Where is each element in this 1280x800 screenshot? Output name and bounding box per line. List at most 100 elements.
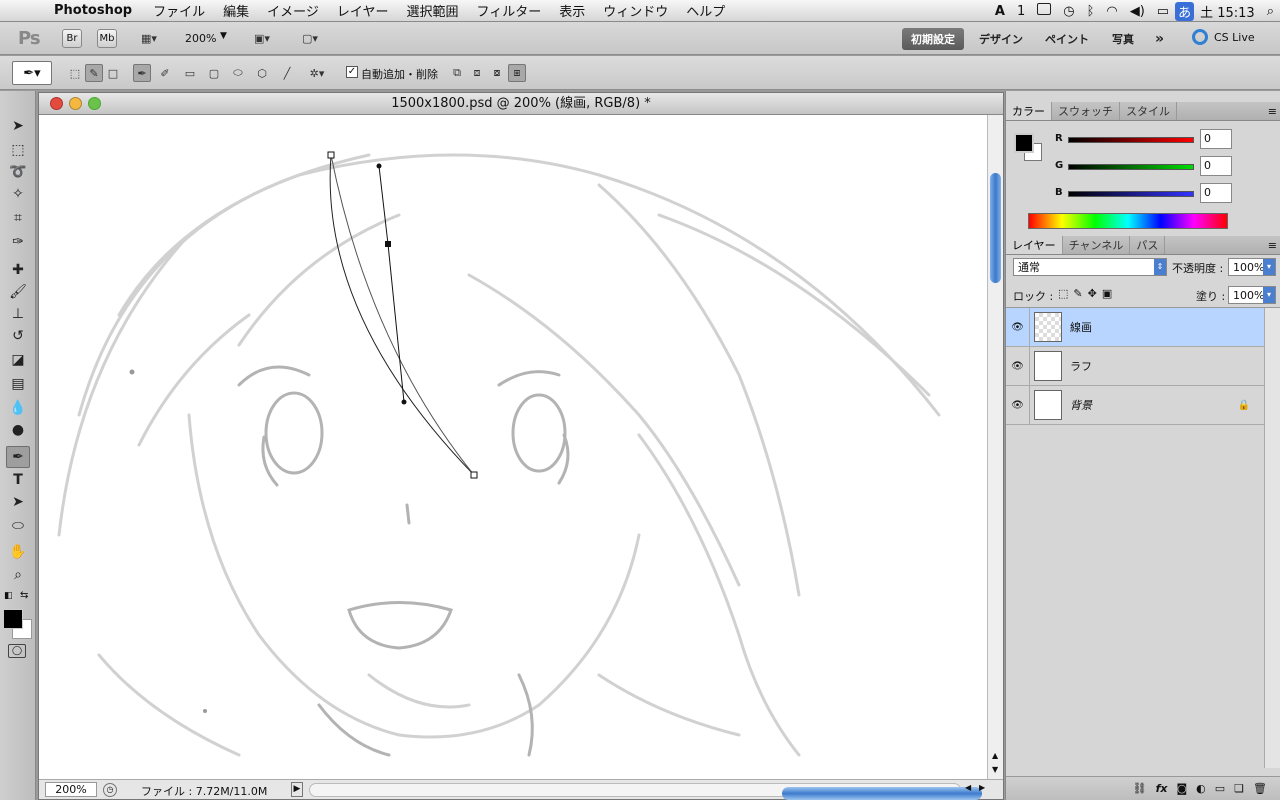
blue-value[interactable]: 0 — [1200, 183, 1232, 203]
zoom-tool-icon[interactable]: ⌕ — [6, 564, 30, 586]
wifi-icon[interactable]: ◠ — [1100, 4, 1123, 19]
new-group-icon[interactable]: ▭ — [1215, 782, 1225, 795]
close-window-button[interactable] — [50, 97, 63, 110]
blend-mode-stepper-icon[interactable]: ⇕ — [1154, 259, 1166, 275]
lock-options-icons[interactable]: ⬚✎✥▣ — [1058, 287, 1117, 300]
more-workspaces-button[interactable]: » — [1146, 28, 1173, 50]
tool-preset-picker[interactable]: ✒▾ — [12, 61, 52, 85]
shape-layers-icon[interactable]: ⬚ — [66, 64, 84, 82]
default-colors-icon[interactable]: ◧ — [4, 591, 13, 601]
vertical-scrollbar[interactable]: ▲ ▼ — [987, 115, 1003, 779]
crop-tool-icon[interactable]: ⌗ — [6, 207, 30, 229]
green-value[interactable]: 0 — [1200, 156, 1232, 176]
scroll-right-arrow-icon[interactable]: ▶ — [979, 783, 985, 792]
path-intersect-icon[interactable]: ⧇ — [488, 64, 506, 82]
delete-layer-icon[interactable]: 🗑 — [1253, 782, 1267, 795]
zoom-window-button[interactable] — [88, 97, 101, 110]
layer-mask-icon[interactable]: ◙ — [1176, 782, 1187, 795]
horizontal-scrollbar[interactable] — [309, 783, 982, 800]
blue-slider[interactable] — [1068, 191, 1194, 197]
tab-paths[interactable]: パス — [1130, 236, 1166, 254]
cs-live-menu[interactable]: CS Live — [1214, 31, 1255, 44]
line-shape-icon[interactable]: ╱ — [278, 64, 296, 82]
history-brush-tool-icon[interactable]: ↺ — [6, 325, 30, 347]
visibility-eye-icon[interactable]: 👁 — [1006, 307, 1030, 347]
workspace-design[interactable]: デザイン — [970, 28, 1032, 50]
ellipse-shape-icon[interactable]: ⬭ — [229, 64, 247, 82]
link-layers-icon[interactable]: ⛓ — [1133, 782, 1147, 795]
layers-panel-menu-icon[interactable]: ≡ — [1268, 236, 1280, 254]
opacity-stepper-icon[interactable]: ▾ — [1263, 259, 1275, 275]
custom-shape-icon[interactable]: ✲▾ — [302, 64, 332, 82]
status-info-icon[interactable]: ◷ — [103, 783, 117, 797]
status-menu-arrow-icon[interactable]: ▶ — [291, 782, 303, 797]
marquee-tool-icon[interactable]: ⬚ — [6, 139, 30, 161]
input-method-icon[interactable]: あ — [1175, 1, 1195, 21]
panel-menu-icon[interactable]: ≡ — [1268, 102, 1280, 120]
clone-stamp-tool-icon[interactable]: ⊥ — [6, 303, 30, 325]
menu-file[interactable]: ファイル — [144, 1, 214, 20]
workspace-paint[interactable]: ペイント — [1036, 28, 1098, 50]
tab-layers[interactable]: レイヤー — [1006, 236, 1063, 254]
path-add-icon[interactable]: ⧉ — [448, 64, 466, 82]
green-slider[interactable] — [1068, 164, 1194, 170]
swap-colors-icon[interactable]: ⇆ — [20, 590, 28, 601]
new-layer-icon[interactable]: ❏ — [1234, 782, 1244, 795]
horizontal-scroll-thumb[interactable] — [782, 787, 982, 800]
zoom-level[interactable]: 200% — [185, 32, 216, 45]
red-slider[interactable] — [1068, 137, 1194, 143]
clock[interactable]: 土 15:13 — [1194, 2, 1261, 21]
menu-select[interactable]: 選択範囲 — [398, 1, 468, 20]
pen-tool-icon[interactable]: ✒ — [6, 446, 30, 468]
bluetooth-icon[interactable]: ᛒ — [1081, 4, 1101, 19]
type-tool-icon[interactable]: T — [6, 469, 30, 491]
layers-scrollbar[interactable] — [1264, 308, 1280, 768]
cs-live-icon[interactable] — [1192, 29, 1208, 45]
layer-row-lineart[interactable]: 👁 線画 — [1006, 307, 1264, 347]
polygon-shape-icon[interactable]: ⬡ — [253, 64, 271, 82]
adjustment-layer-icon[interactable]: ◐ — [1196, 782, 1206, 795]
dodge-tool-icon[interactable]: ● — [6, 419, 30, 441]
brush-tool-icon[interactable]: 🖌 — [6, 281, 30, 303]
layer-row-rough[interactable]: 👁 ラフ — [1006, 346, 1264, 386]
quick-selection-tool-icon[interactable]: ✧ — [6, 183, 30, 205]
workspace-essentials[interactable]: 初期設定 — [902, 28, 964, 50]
pen-tool-option-icon[interactable]: ✒ — [133, 64, 151, 82]
battery-icon[interactable]: ▭ — [1151, 4, 1175, 19]
arrange-documents-icon[interactable]: ▣▾ — [246, 29, 278, 47]
eyedropper-tool-icon[interactable]: ✑ — [6, 231, 30, 253]
menu-app-name[interactable]: Photoshop — [44, 3, 144, 18]
adobe-icon[interactable]: A — [989, 4, 1011, 19]
quick-mask-icon[interactable]: ◯ — [8, 644, 26, 658]
mini-bridge-button[interactable]: Mb — [97, 29, 117, 48]
status-zoom[interactable]: 200% — [45, 782, 97, 797]
stop-icon[interactable] — [1031, 3, 1057, 19]
bridge-button[interactable]: Br — [62, 29, 82, 48]
scroll-left-arrow-icon[interactable]: ◀ — [965, 783, 971, 792]
lasso-tool-icon[interactable]: ➰ — [6, 161, 30, 183]
scroll-up-arrow-icon[interactable]: ▲ — [992, 751, 998, 760]
visibility-eye-icon[interactable]: 👁 — [1006, 385, 1030, 425]
menu-view[interactable]: 表示 — [550, 1, 594, 20]
menu-filter[interactable]: フィルター — [468, 1, 551, 20]
menu-edit[interactable]: 編集 — [214, 1, 258, 20]
fill-stepper-icon[interactable]: ▾ — [1263, 287, 1275, 303]
scroll-down-arrow-icon[interactable]: ▼ — [992, 765, 998, 774]
view-extras-icon[interactable]: ▦▾ — [134, 29, 164, 47]
workspace-photo[interactable]: 写真 — [1103, 28, 1143, 50]
fill-pixels-icon[interactable]: □ — [104, 64, 122, 82]
foreground-color-swatch[interactable] — [3, 609, 23, 629]
tab-swatches[interactable]: スウォッチ — [1052, 102, 1120, 120]
tab-channels[interactable]: チャンネル — [1063, 236, 1131, 254]
healing-brush-tool-icon[interactable]: ✚ — [6, 259, 30, 281]
path-exclude-icon[interactable]: ⧆ — [508, 64, 526, 82]
tab-color[interactable]: カラー — [1006, 102, 1052, 120]
menu-image[interactable]: イメージ — [258, 1, 328, 20]
move-tool-icon[interactable]: ➤ — [6, 115, 30, 137]
time-machine-icon[interactable]: ◷ — [1057, 4, 1080, 19]
hand-tool-icon[interactable]: ✋ — [6, 541, 30, 563]
paths-mode-icon[interactable]: ✎ — [85, 64, 103, 82]
minimize-window-button[interactable] — [69, 97, 82, 110]
red-value[interactable]: 0 — [1200, 129, 1232, 149]
spotlight-search-icon[interactable]: ⌕ — [1261, 4, 1280, 19]
